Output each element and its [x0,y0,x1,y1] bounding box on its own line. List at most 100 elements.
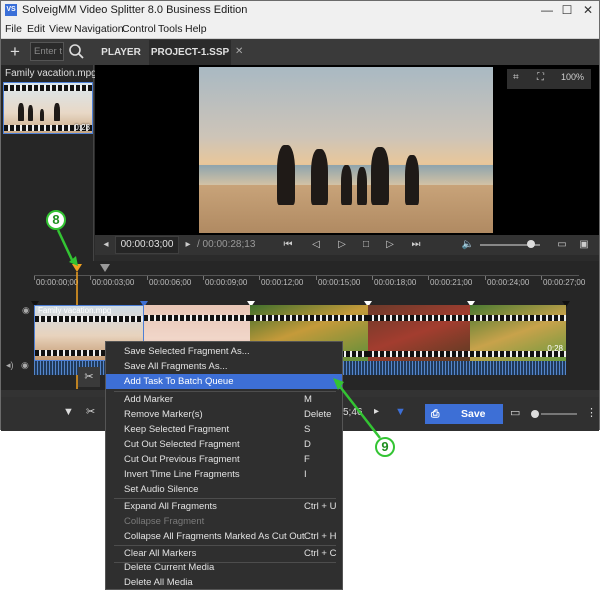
total-duration: / 00:00:28;13 [197,239,256,250]
more-icon[interactable]: ⋮ [586,406,597,419]
menu-help[interactable]: Help [185,23,207,35]
menu-item-collapse-all-fragments-cut-out[interactable]: Collapse All Fragments Marked As Cut Out… [106,529,342,544]
play-small-icon[interactable]: ▸ [374,406,379,417]
minimize-button[interactable]: — [537,2,557,18]
family-figure [54,103,60,121]
search-icon[interactable] [67,42,87,62]
film-strip [368,315,470,321]
menu-item-save-all-fragments[interactable]: Save All Fragments As... [106,359,342,374]
volume-icon[interactable]: 🔈 [461,237,475,253]
current-time-field[interactable]: 00:00:03;00 [115,236,179,254]
viewer-tools: ⌗ ⛶ 100% [507,69,591,89]
media-file-name: Family vacation.mpg [5,68,97,79]
save-label: Save [461,408,486,420]
menu-item-cut-out-previous-fragment[interactable]: Cut Out Previous Fragment F [106,452,342,467]
family-figure [311,149,328,205]
family-figure [18,103,24,121]
film-strip [35,316,143,322]
folder-icon[interactable]: ▭ [555,237,569,253]
position-marker-icon [100,264,110,272]
fullscreen-icon[interactable]: ⛶ [537,72,544,83]
menu-item-add-task-to-batch-queue[interactable]: Add Task To Batch Queue [106,374,342,389]
save-button[interactable]: ⎙ Save [425,404,503,424]
menu-item-remove-markers[interactable]: Remove Marker(s) Delete [106,407,342,422]
family-figure [357,167,367,205]
menu-item-set-audio-silence[interactable]: Set Audio Silence [106,482,342,497]
menu-item-keep-selected-fragment[interactable]: Keep Selected Fragment S [106,422,342,437]
partial-time: 5;46 [343,407,363,418]
zoom-slider[interactable] [541,413,577,415]
snapshot-icon[interactable]: ▣ [577,237,591,253]
menu-bar: File Edit View Navigation Control Tools … [1,19,599,39]
video-frame [199,67,493,233]
save-icon: ⎙ [431,408,440,420]
context-menu: Save Selected Fragment As... Save All Fr… [105,341,343,590]
speaker-icon: ◂) [6,360,14,370]
family-figure [341,165,352,205]
tab-project[interactable]: PROJECT-1.SSP [149,40,231,65]
play-icon[interactable]: ▷ [335,237,349,253]
step-back-icon[interactable]: ◁ [309,237,323,253]
prev-frame-icon[interactable]: ◂ [99,237,113,253]
clip-label: Family vacation.mpg [38,306,112,315]
film-strip [250,315,368,321]
folder-icon[interactable]: ▭ [510,406,520,419]
media-thumbnail[interactable]: 0:28 [3,82,93,134]
menu-tools[interactable]: Tools [158,23,183,35]
maximize-button[interactable]: ☐ [557,2,577,18]
prev-marker-icon[interactable]: ⏮ [281,237,295,253]
menu-item-cut-out-selected-fragment[interactable]: Cut Out Selected Fragment D [106,437,342,452]
tab-close-icon[interactable]: ✕ [235,46,243,57]
family-figure [371,147,389,205]
fragment[interactable]: 0:28 [470,305,566,361]
menu-file[interactable]: File [5,23,22,35]
callout-badge-8: 8 [46,210,66,230]
thumb-duration: 0:28 [74,123,90,132]
eye-icon: ◉ [21,360,29,370]
app-logo-icon: VS [5,4,17,16]
cut-marker-icon[interactable]: ✂ [86,405,95,418]
menu-item-clear-all-markers[interactable]: Clear All Markers Ctrl + C [106,546,342,561]
menu-edit[interactable]: Edit [27,23,45,35]
film-strip [368,351,470,357]
menu-item-collapse-fragment: Collapse Fragment [124,516,205,527]
callout-badge-9: 9 [375,437,395,457]
film-strip [4,85,92,91]
toolbar: + Enter t PLAYER PROJECT-1.SSP ✕ [1,39,599,65]
menu-item-delete-all-media[interactable]: Delete All Media [106,575,342,590]
eye-icon: ◉ [22,305,30,315]
transport-bar: ◂ 00:00:03;00 ▸ / 00:00:28;13 ⏮ ◁ ▷ □ ▷ … [95,235,599,255]
fragment-cut[interactable] [368,305,470,361]
menu-control[interactable]: Control [122,23,156,35]
filter-icon[interactable]: ▼ [63,406,74,418]
add-media-button[interactable]: + [6,42,24,62]
menu-view[interactable]: View [49,23,72,35]
tab-player[interactable]: PLAYER [93,40,149,65]
menu-item-add-marker[interactable]: Add Marker M [106,392,342,407]
family-figure [28,105,33,121]
playhead-marker-icon [72,264,82,272]
menu-item-delete-current-media[interactable]: Delete Current Media [106,560,342,575]
window-title: SolveigMM Video Splitter 8.0 Business Ed… [22,4,248,16]
search-input[interactable]: Enter t [30,42,64,61]
crop-icon[interactable]: ⌗ [513,72,519,83]
next-frame-icon[interactable]: ▸ [181,237,195,253]
menu-item-expand-all-fragments[interactable]: Expand All Fragments Ctrl + U [106,499,342,514]
menu-item-invert-time-line-fragments[interactable]: Invert Time Line Fragments I [106,467,342,482]
zoom-level[interactable]: 100% [561,72,584,82]
next-marker-icon[interactable]: ⏭ [409,237,423,253]
step-forward-icon[interactable]: ▷ [383,237,397,253]
film-strip [470,315,566,321]
menu-navigation[interactable]: Navigation [74,23,124,35]
family-figure [277,145,295,205]
marker-down-icon[interactable]: ▼ [395,406,406,418]
stop-icon[interactable]: □ [359,237,373,253]
film-strip [144,315,250,321]
clip-duration: 0:28 [547,344,563,353]
video-viewer[interactable]: ⌗ ⛶ 100% [95,65,599,235]
close-button[interactable]: ✕ [578,2,598,18]
family-figure [40,109,44,121]
menu-item-save-selected-fragment[interactable]: Save Selected Fragment As... [106,344,342,359]
scissors-icon[interactable]: ✂ [78,367,100,387]
volume-slider-handle[interactable] [527,240,535,248]
